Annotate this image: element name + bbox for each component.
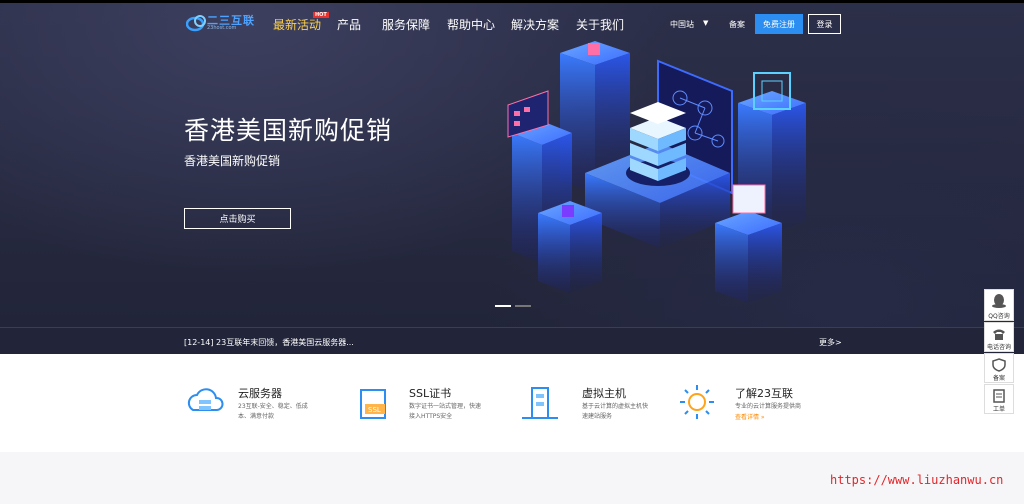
top-navbar: 二三互联 23host.com 最新活动 HOT 产品 服务保障 帮助中心 解决… [0,3,1024,41]
watermark-url: https://www.liuzhanwu.cn [830,473,1004,487]
nav-item-solutions[interactable]: 解决方案 [511,16,559,33]
feature-title[interactable]: 云服务器 [238,385,282,401]
nav-item-latest-activities[interactable]: 最新活动 [273,16,321,33]
side-tool-beian[interactable]: 备案 [984,353,1014,383]
carousel-dot[interactable] [495,305,511,307]
side-tool-label: QQ咨询 [988,313,1010,320]
news-bar: [12-14] 23互联年末回馈，香港美国云服务器... 更多> [0,327,1024,354]
login-button[interactable]: 登录 [808,14,841,34]
nav-item-service-guarantee[interactable]: 服务保障 [382,16,430,33]
side-tool-label: 电话咨询 [986,344,1011,351]
feature-desc: 专业的云计算服务提供商 [735,403,802,410]
nav-item-help-center[interactable]: 帮助中心 [447,16,495,33]
hero-subtitle: 香港美国新购促销 [184,154,281,168]
side-tool-ticket[interactable]: 工单 [984,384,1014,414]
beian-link[interactable]: 备案 [729,19,745,30]
feature-strip: 云服务器 23互联-安全、稳定、低成 本、满意付款 SSL SSL证书 数字证书… [0,354,1024,452]
feature-desc: 数字证书一站式管理，快速 [409,403,482,410]
virtual-host-icon [522,387,558,419]
phone-icon [993,329,1005,340]
cloud-server-icon [187,388,224,411]
nav-item-products[interactable]: 产品 [337,16,361,33]
logo-subtext: 23host.com [207,25,237,31]
site-selector[interactable]: 中国站 [670,19,694,30]
side-tool-label: 备案 [992,375,1005,382]
feature-desc: 速建站服务 [582,413,613,420]
news-headline[interactable]: [12-14] 23互联年末回馈，香港美国云服务器... [184,337,354,348]
ssl-certificate-icon: SSL [360,389,386,419]
svg-text:SSL: SSL [368,406,381,414]
hero-banner [0,3,1024,327]
hot-badge: HOT [313,12,329,18]
about-sun-icon [680,385,714,419]
feature-title[interactable]: SSL证书 [409,385,451,401]
feature-desc: 23互联-安全、稳定、低成 [238,403,308,410]
side-tool-qq[interactable]: QQ咨询 [984,289,1014,321]
side-tool-phone[interactable]: 电话咨询 [984,322,1014,352]
buy-now-button[interactable]: 点击购买 [184,208,291,229]
view-details-link[interactable]: 查看详情 » [735,412,765,421]
side-tool-label: 工单 [992,406,1005,413]
chevron-down-icon[interactable]: ▼ [703,19,708,27]
feature-title[interactable]: 虚拟主机 [582,385,626,401]
news-more-link[interactable]: 更多> [819,337,842,348]
feature-desc: 本、满意付款 [238,413,275,420]
hero-title: 香港美国新购促销 [184,116,393,145]
shield-icon [992,358,1006,372]
datacenter-illustration [507,41,806,303]
nav-item-about-us[interactable]: 关于我们 [576,16,624,33]
feature-desc: 基于云计算的虚拟主机快 [582,403,649,410]
feature-title[interactable]: 了解23互联 [735,385,793,401]
carousel-dot[interactable] [515,305,531,307]
ticket-icon [993,389,1005,403]
qq-icon [992,294,1006,308]
feature-desc: 接入HTTPS安全 [409,413,453,420]
register-button[interactable]: 免费注册 [755,14,803,34]
